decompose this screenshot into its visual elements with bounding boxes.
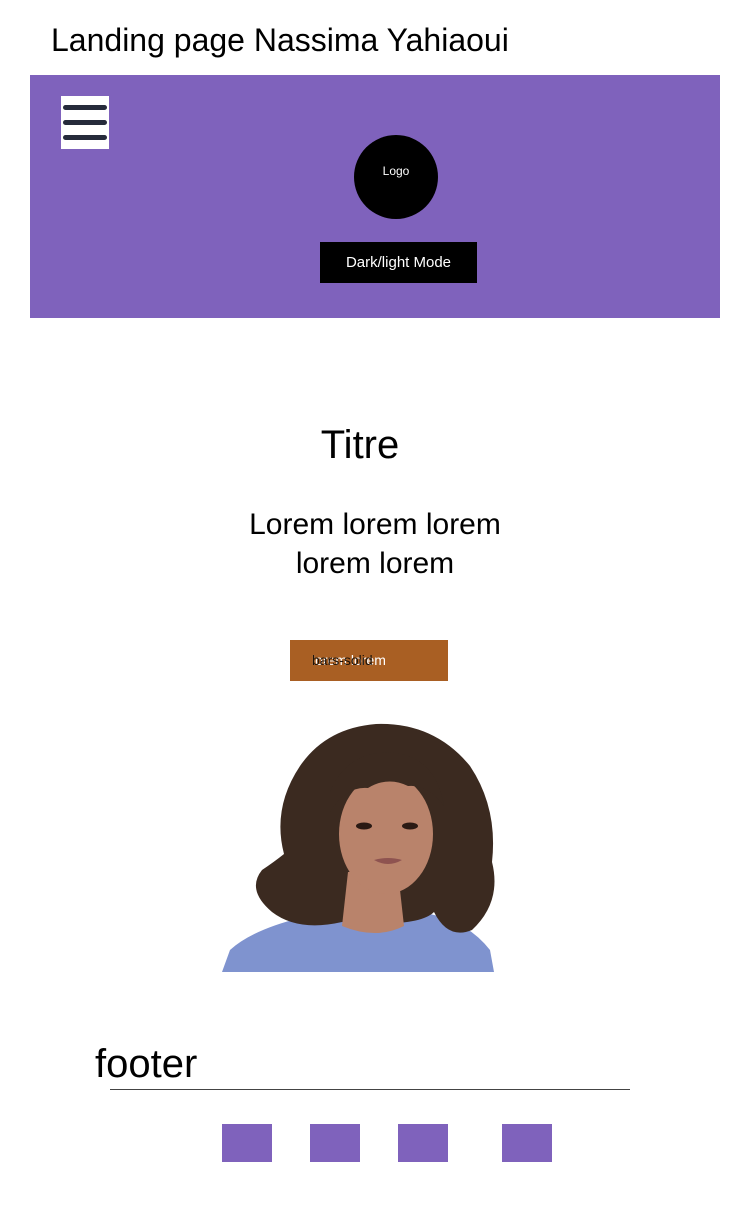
menu-bar-bottom xyxy=(63,135,107,140)
menu-bar-middle xyxy=(63,120,107,125)
social-link-1[interactable] xyxy=(222,1124,272,1162)
dark-light-mode-button[interactable]: Dark/light Mode xyxy=(320,242,477,283)
hero-title: Titre xyxy=(320,423,400,467)
social-link-4[interactable] xyxy=(502,1124,552,1162)
footer-title: footer xyxy=(95,1042,198,1086)
menu-bar-top xyxy=(63,105,107,110)
cta-button[interactable]: lorem lorem bars-solid xyxy=(290,640,448,681)
portrait-eye-left xyxy=(356,822,372,830)
logo[interactable]: Logo xyxy=(354,135,438,219)
social-link-3[interactable] xyxy=(398,1124,448,1162)
profile-photo xyxy=(222,722,514,972)
social-link-2[interactable] xyxy=(310,1124,360,1162)
hero-subtitle-line-1: Lorem lorem lorem xyxy=(249,508,501,541)
header: Logo Dark/light Mode xyxy=(30,75,720,318)
menu-button[interactable] xyxy=(61,96,109,149)
footer-divider xyxy=(110,1089,630,1090)
portrait-face xyxy=(339,774,433,894)
hero-subtitle: Lorem lorem lorem lorem lorem xyxy=(0,505,736,583)
portrait-eye-right xyxy=(402,822,418,830)
page-label: Landing page Nassima Yahiaoui xyxy=(51,22,509,58)
cta-icon-label: bars-solid xyxy=(312,652,373,668)
hero-subtitle-line-2: lorem lorem xyxy=(295,547,455,580)
